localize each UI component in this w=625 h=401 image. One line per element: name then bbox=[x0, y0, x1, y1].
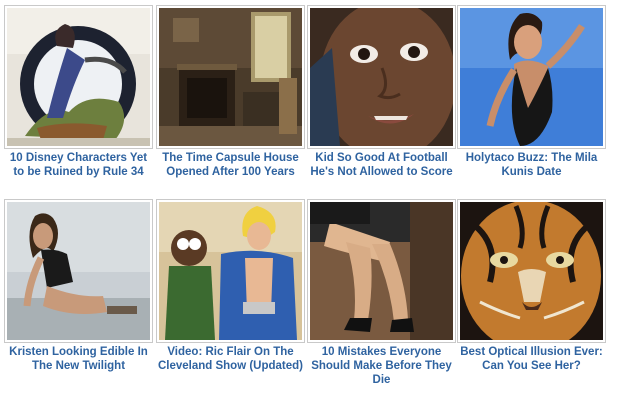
cartoon-wrestler-thumbnail[interactable] bbox=[156, 199, 305, 343]
article-tile-mila-kunis[interactable]: Holytaco Buzz: The Mila Kunis Date bbox=[456, 5, 607, 179]
article-tile-kid-football[interactable]: Kid So Good At Football He's Not Allowed… bbox=[306, 5, 457, 179]
tiger-face-image bbox=[460, 202, 603, 340]
tile-title[interactable]: The Time Capsule House Opened After 100 … bbox=[155, 151, 306, 179]
victorian-room-image bbox=[159, 8, 302, 146]
victorian-room-thumbnail[interactable] bbox=[156, 5, 305, 149]
woman-kneeling-image bbox=[7, 202, 150, 340]
tile-title[interactable]: Holytaco Buzz: The Mila Kunis Date bbox=[456, 151, 607, 179]
legs-in-heels-thumbnail[interactable] bbox=[307, 199, 456, 343]
tile-title[interactable]: Kid So Good At Football He's Not Allowed… bbox=[306, 151, 457, 179]
cartoon-heron-thumbnail[interactable] bbox=[4, 5, 153, 149]
article-tile-disney-characters[interactable]: 10 Disney Characters Yet to be Ruined by… bbox=[3, 5, 154, 179]
woman-kneeling-thumbnail[interactable] bbox=[4, 199, 153, 343]
tile-title[interactable]: 10 Disney Characters Yet to be Ruined by… bbox=[3, 151, 154, 179]
boy-face-image bbox=[310, 8, 453, 146]
thumbnail-grid: 10 Disney Characters Yet to be Ruined by… bbox=[0, 0, 625, 401]
article-tile-10-mistakes[interactable]: 10 Mistakes Everyone Should Make Before … bbox=[306, 199, 457, 387]
legs-in-heels-image bbox=[310, 202, 453, 340]
cartoon-wrestler-image bbox=[159, 202, 302, 340]
article-tile-kristen-twilight[interactable]: Kristen Looking Edible In The New Twilig… bbox=[3, 199, 154, 373]
tile-title[interactable]: 10 Mistakes Everyone Should Make Before … bbox=[306, 345, 457, 387]
tiger-face-thumbnail[interactable] bbox=[457, 199, 606, 343]
tile-title[interactable]: Best Optical Illusion Ever: Can You See … bbox=[456, 345, 607, 373]
woman-black-outfit-thumbnail[interactable] bbox=[457, 5, 606, 149]
woman-black-outfit-image bbox=[460, 8, 603, 146]
article-tile-ric-flair-cleveland[interactable]: Video: Ric Flair On The Cleveland Show (… bbox=[155, 199, 306, 373]
tile-title[interactable]: Video: Ric Flair On The Cleveland Show (… bbox=[155, 345, 306, 373]
tile-title[interactable]: Kristen Looking Edible In The New Twilig… bbox=[3, 345, 154, 373]
boy-face-thumbnail[interactable] bbox=[307, 5, 456, 149]
article-tile-time-capsule-house[interactable]: The Time Capsule House Opened After 100 … bbox=[155, 5, 306, 179]
article-tile-optical-illusion[interactable]: Best Optical Illusion Ever: Can You See … bbox=[456, 199, 607, 373]
cartoon-heron-image bbox=[7, 8, 150, 146]
